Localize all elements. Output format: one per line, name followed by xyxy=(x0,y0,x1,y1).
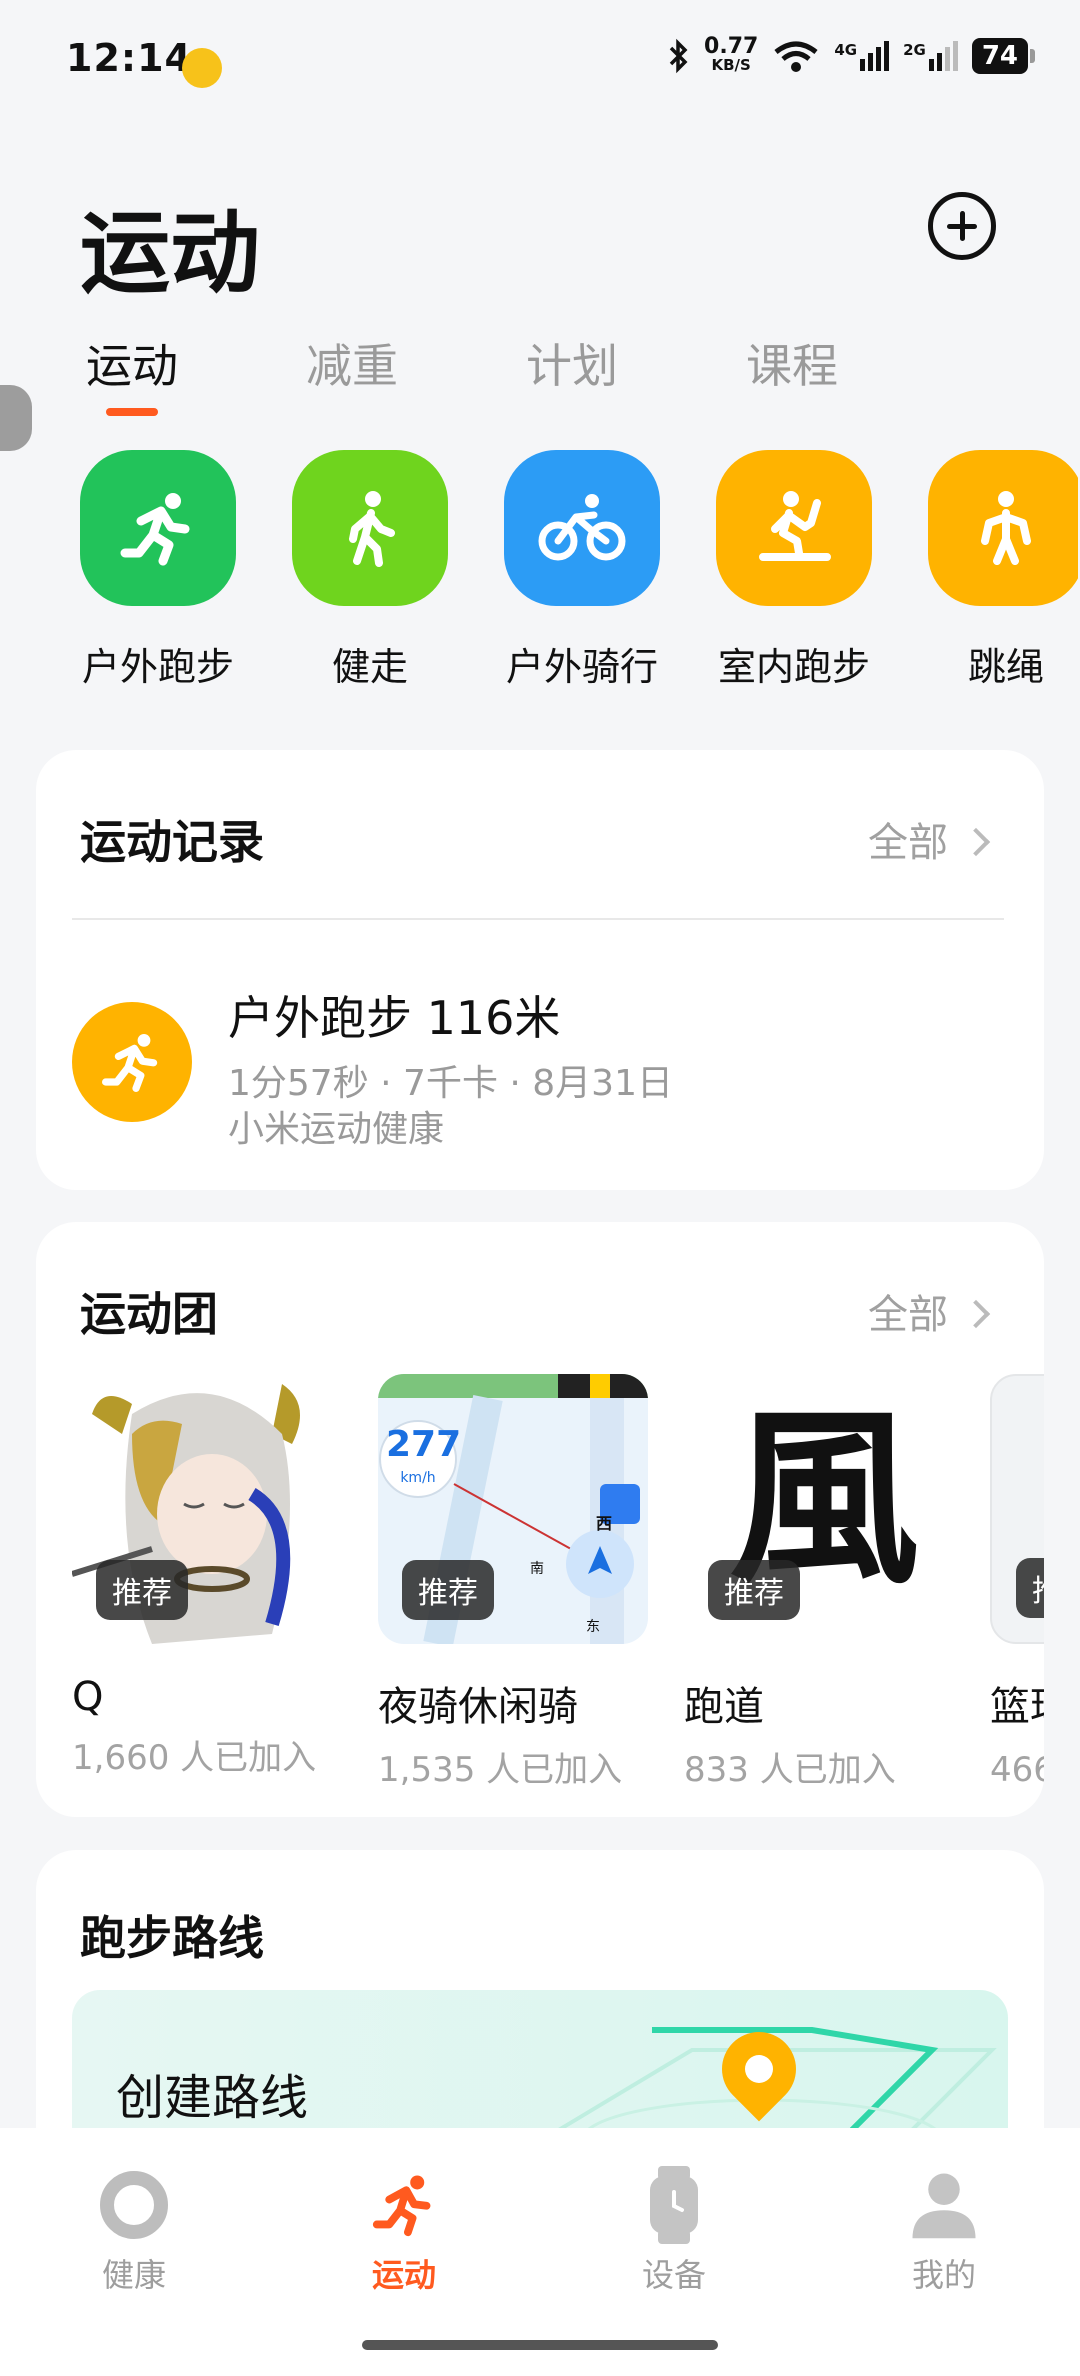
watch-icon xyxy=(639,2166,709,2244)
nav-health[interactable]: 健康 xyxy=(44,2170,224,2296)
speed-unit: km/h xyxy=(400,1470,436,1486)
sport-indoor-run[interactable]: 室内跑步 xyxy=(714,450,874,690)
network-speed: 0.77 KB/S xyxy=(704,34,759,75)
direction-south: 南 xyxy=(530,1561,544,1577)
group-item[interactable]: 277 km/h 西 南 东 推荐 夜骑休闲骑 1,535 人已加入 xyxy=(378,1374,648,1791)
runner-icon xyxy=(80,450,236,606)
group-count: 1,535 人已加入 xyxy=(378,1750,623,1790)
group-avatar: 風 推荐 xyxy=(684,1374,954,1644)
direction-east: 东 xyxy=(586,1619,600,1635)
groups-title: 运动团 xyxy=(80,1287,218,1341)
nav-label: 设备 xyxy=(641,2256,706,2294)
recommend-badge: 推荐 xyxy=(402,1560,494,1620)
records-title: 运动记录 xyxy=(80,815,264,869)
health-ring-icon xyxy=(99,2170,169,2240)
walker-icon xyxy=(292,450,448,606)
group-avatar: 推荐 xyxy=(72,1374,342,1644)
nav-sport[interactable]: 运动 xyxy=(314,2170,494,2296)
create-route-label: 创建路线 xyxy=(116,2070,309,2126)
record-meta: 1分57秒 · 7千卡 · 8月31日 xyxy=(228,1063,673,1104)
recommend-badge: 推荐 xyxy=(708,1560,800,1620)
sport-label: 户外骑行 xyxy=(505,645,658,689)
nav-label: 健康 xyxy=(101,2256,166,2294)
sport-label: 健走 xyxy=(331,645,408,689)
group-count: 833 人已加入 xyxy=(684,1750,896,1790)
signal-2g: 2G xyxy=(903,41,958,71)
group-name: 夜骑休闲骑 xyxy=(378,1684,578,1730)
group-item[interactable]: 推荐 篮球 466 人已加入 xyxy=(990,1374,1044,1791)
group-item[interactable]: 推荐 Q 1,660 人已加入 xyxy=(72,1374,342,1779)
sport-jump-rope[interactable]: 跳绳 xyxy=(926,450,1078,690)
nav-label: 运动 xyxy=(371,2256,436,2294)
signal-4g: 4G xyxy=(834,41,890,71)
recommend-badge: 推荐 xyxy=(96,1560,188,1620)
sport-outdoor-run[interactable]: 户外跑步 xyxy=(78,450,238,690)
speed-value: 277 xyxy=(386,1424,462,1465)
sleepy-face-icon xyxy=(182,48,222,88)
group-name: Q xyxy=(72,1674,104,1720)
person-icon xyxy=(909,2170,979,2240)
status-indicators: 0.77 KB/S 4G 2G 74 xyxy=(668,34,1036,75)
tab-plan[interactable]: 计划 xyxy=(526,330,618,396)
groups-card: 运动团 全部 推荐 Q 1,660 人已加入 277 km/h 西 南 东 推荐… xyxy=(36,1222,1044,1817)
record-title: 户外跑步 116米 xyxy=(228,991,561,1045)
record-source: 小米运动健康 xyxy=(228,1109,445,1150)
status-time: 12:14 xyxy=(66,36,192,80)
page-title: 运动 xyxy=(80,201,260,306)
chevron-right-icon xyxy=(961,1299,991,1329)
bike-icon xyxy=(504,450,660,606)
nav-profile[interactable]: 我的 xyxy=(854,2170,1034,2296)
nav-device[interactable]: 设备 xyxy=(584,2166,764,2296)
group-name: 跑道 xyxy=(684,1684,764,1730)
records-all-link[interactable]: 全部 xyxy=(868,810,991,868)
sport-label: 室内跑步 xyxy=(717,645,870,689)
group-count: 466 人已加入 xyxy=(990,1750,1044,1790)
battery-indicator: 74 xyxy=(971,38,1036,74)
records-card: 运动记录 全部 户外跑步 116米 1分57秒 · 7千卡 · 8月31日 小米… xyxy=(36,750,1044,1190)
wifi-icon xyxy=(774,41,818,72)
tab-weight-loss[interactable]: 减重 xyxy=(306,330,398,396)
sport-label: 跳绳 xyxy=(967,645,1044,689)
add-button[interactable] xyxy=(928,192,996,260)
routes-title: 跑步路线 xyxy=(80,1911,264,1965)
runner-icon xyxy=(369,2170,439,2240)
floating-edge-tab[interactable] xyxy=(0,385,32,451)
sport-walk[interactable]: 健走 xyxy=(290,450,450,690)
group-name: 篮球 xyxy=(990,1684,1044,1730)
chevron-right-icon xyxy=(961,827,991,857)
group-item[interactable]: 風 推荐 跑道 833 人已加入 xyxy=(684,1374,954,1791)
group-avatar: 277 km/h 西 南 东 推荐 xyxy=(378,1374,648,1644)
tab-sport[interactable]: 运动 xyxy=(86,330,178,416)
recommend-badge: 推荐 xyxy=(1016,1558,1044,1618)
sport-outdoor-cycle[interactable]: 户外骑行 xyxy=(502,450,662,690)
direction-west: 西 xyxy=(596,1514,613,1533)
runner-icon xyxy=(72,1002,192,1122)
treadmill-icon xyxy=(716,450,872,606)
sport-shortcuts: 户外跑步 健走 户外骑行 室内跑步 跳绳 xyxy=(78,450,1078,690)
tab-course[interactable]: 课程 xyxy=(746,330,838,396)
group-count: 1,660 人已加入 xyxy=(72,1738,317,1778)
jump-rope-icon xyxy=(928,450,1078,606)
bluetooth-icon xyxy=(669,38,688,74)
home-indicator[interactable] xyxy=(362,2340,718,2350)
bottom-nav: 健康 运动 设备 我的 xyxy=(0,2128,1080,2376)
group-avatar: 推荐 xyxy=(990,1374,1044,1644)
groups-all-link[interactable]: 全部 xyxy=(868,1282,991,1340)
group-list: 推荐 Q 1,660 人已加入 277 km/h 西 南 东 推荐 夜骑休闲骑 … xyxy=(72,1374,1044,1794)
nav-label: 我的 xyxy=(911,2256,976,2294)
divider xyxy=(72,918,1004,920)
tab-bar: 运动 减重 计划 课程 xyxy=(86,330,838,416)
sport-label: 户外跑步 xyxy=(81,645,234,689)
